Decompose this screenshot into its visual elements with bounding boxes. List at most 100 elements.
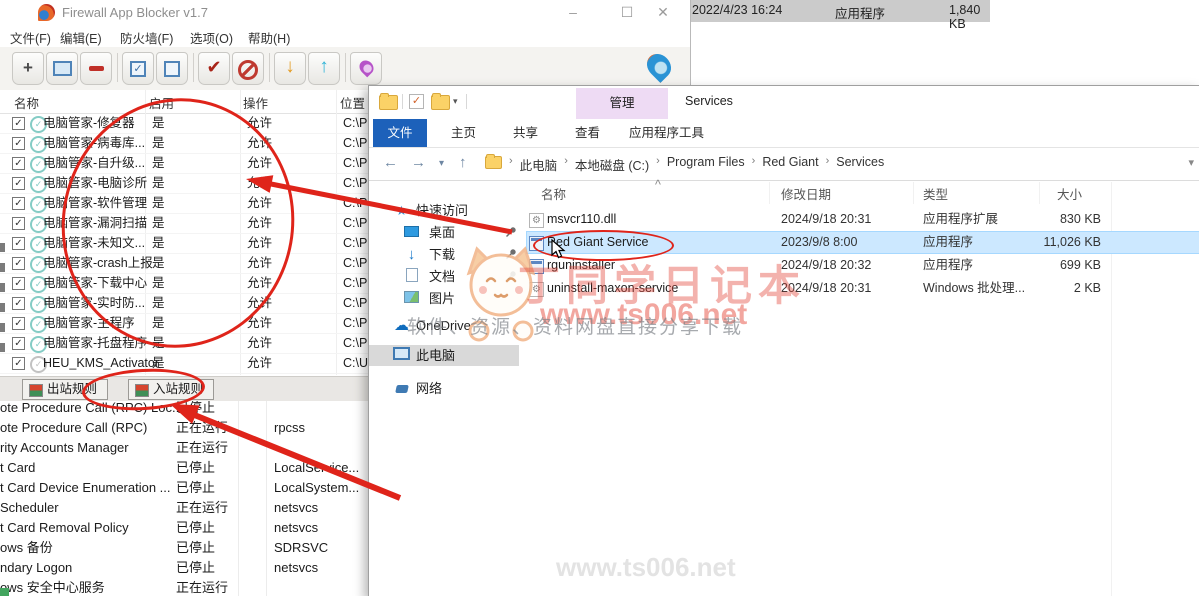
menu-bar: 文件(F) 编辑(E) 防火墙(F) 选项(O) 帮助(H) (0, 25, 690, 47)
background-window-fragment (0, 343, 5, 352)
up-icon[interactable]: ↑ (459, 154, 467, 171)
background-window-fragment (0, 323, 5, 332)
manage-contextual-tab[interactable]: 管理 (576, 88, 668, 119)
annotation-ellipse-red-giant-service (533, 230, 674, 261)
address-dropdown-icon[interactable]: ▾ (1188, 156, 1194, 169)
add-icon[interactable]: + (12, 52, 44, 85)
toolbar-separator (117, 53, 118, 82)
allow-check-icon[interactable]: ✔ (198, 52, 230, 85)
sort-indicator: ^ (655, 178, 661, 192)
menu-firewall[interactable]: 防火墙(F) (120, 28, 173, 47)
toolbar-separator (269, 53, 270, 82)
service-row[interactable]: ote Procedure Call (RPC) Loc... 已停止 (0, 401, 368, 418)
checkbox[interactable]: ✓ (12, 217, 25, 230)
folder-icon[interactable] (379, 93, 398, 110)
breadcrumb: › 此电脑 › 本地磁盘 (C:) › Program Files › Red Gian… (509, 155, 885, 174)
folder-icon[interactable] (431, 93, 450, 110)
move-up-icon[interactable]: ↑ (308, 52, 340, 85)
crumb-services[interactable]: Services (836, 155, 884, 174)
header-divider (913, 182, 914, 204)
header-divider (1039, 182, 1040, 204)
service-row[interactable]: t Card 已停止 LocalService... (0, 458, 368, 478)
service-row[interactable]: ows 安全中心服务 正在运行 (0, 578, 368, 596)
col-type-header[interactable]: 类型 (923, 184, 948, 203)
maximize-button[interactable]: ☐ (612, 4, 642, 22)
sidebar-item-this-pc[interactable]: 此电脑 (369, 345, 519, 366)
checkbox[interactable]: ✓ (12, 157, 25, 170)
file-row[interactable]: ⚙ msvcr110.dll 2024/9/18 20:31 应用程序扩展 83… (527, 209, 1199, 230)
service-row[interactable]: t Card Device Enumeration ... 已停止 LocalSys… (0, 478, 368, 498)
back-icon[interactable]: ← (383, 154, 398, 171)
uncheck-all-icon[interactable] (156, 52, 188, 85)
service-row[interactable]: rity Accounts Manager 正在运行 (0, 438, 368, 458)
service-row[interactable]: ote Procedure Call (RPC) 正在运行 rpcss (0, 418, 368, 438)
checkbox[interactable]: ✓ (12, 297, 25, 310)
checkbox[interactable]: ✓ (12, 197, 25, 210)
flame-theme-icon[interactable] (350, 52, 382, 85)
checkbox[interactable]: ✓ (12, 117, 25, 130)
bg-row-size: 1,840 KB (949, 3, 981, 31)
qat-separator (466, 94, 467, 109)
col-action[interactable]: 操作 (243, 93, 268, 112)
monitor-icon[interactable] (46, 52, 78, 85)
close-button[interactable]: ✕ (648, 4, 678, 22)
check-all-icon[interactable]: ✓ (122, 52, 154, 85)
menu-edit[interactable]: 编辑(E) (60, 28, 102, 47)
tab-view[interactable]: 查看 (575, 119, 600, 147)
crumb-this-pc[interactable]: 此电脑 (520, 155, 558, 174)
col-date-header[interactable]: 修改日期 (781, 184, 831, 203)
dll-file-icon: ⚙ (529, 213, 544, 228)
service-row[interactable]: ndary Logon 已停止 netsvcs (0, 558, 368, 578)
background-file-row: 2022/4/23 16:24 应用程序 1,840 KB (687, 0, 990, 31)
checkbox[interactable]: ✓ (12, 317, 25, 330)
crumb-program-files[interactable]: Program Files (667, 155, 745, 174)
services-list-window: ote Procedure Call (RPC) Loc... 已停止 ote P… (0, 401, 368, 596)
sidebar-item-quick-access[interactable]: ★ 快速访问 (369, 200, 519, 221)
firewall-brick-icon (29, 384, 43, 397)
checkbox[interactable]: ✓ (12, 337, 25, 350)
screenshot-canvas: 2022/4/23 16:24 应用程序 1,840 KB Firewall A… (0, 0, 1199, 596)
block-sign-icon[interactable] (232, 52, 264, 85)
service-row[interactable]: t Card Removal Policy 已停止 netsvcs (0, 518, 368, 538)
move-down-icon[interactable]: ↓ (274, 52, 306, 85)
tab-share[interactable]: 共享 (513, 119, 538, 147)
network-icon (393, 380, 410, 397)
background-window-fragment (0, 263, 5, 272)
checkbox[interactable]: ✓ (12, 257, 25, 270)
minimize-button[interactable]: – (558, 4, 588, 22)
tab-home[interactable]: 主页 (451, 119, 476, 147)
tab-file[interactable]: 文件 (373, 119, 427, 147)
bg-row-type: 应用程序 (835, 7, 886, 21)
checkbox[interactable]: ✓ (12, 237, 25, 250)
chevron-down-icon[interactable]: ▾ (453, 96, 458, 107)
checkbox[interactable]: ✓ (12, 357, 25, 370)
menu-options[interactable]: 选项(O) (190, 28, 233, 47)
watermark-site-url-faint: www.ts006.net (556, 552, 736, 582)
recent-dropdown-icon[interactable]: ▾ (439, 158, 444, 169)
background-window-fragment (0, 283, 5, 292)
service-row[interactable]: Scheduler 正在运行 netsvcs (0, 498, 368, 518)
col-name-header[interactable]: 名称 (541, 184, 566, 203)
table-row[interactable]: ✓✓HEU_KMS_Activator是允许C:\Use (0, 353, 368, 374)
checkbox[interactable]: ✓ (12, 137, 25, 150)
menu-file[interactable]: 文件(F) (10, 28, 51, 47)
service-row[interactable]: ows 备份 已停止 SDRSVC (0, 538, 368, 558)
checkbox[interactable]: ✓ (12, 277, 25, 290)
sidebar-item-network[interactable]: 网络 (369, 378, 519, 399)
downloads-icon: ↓ (407, 246, 416, 263)
checkbox[interactable]: ✓ (12, 177, 25, 190)
remove-icon[interactable] (80, 52, 112, 85)
desktop-icon (403, 224, 420, 241)
computer-icon (393, 347, 410, 364)
col-name[interactable]: 名称 (14, 93, 39, 112)
sidebar-item-desktop[interactable]: 桌面 (369, 222, 519, 243)
address-bar: ← → ▾ ↑ › 此电脑 › 本地磁盘 (C:) › Program Files ›… (369, 147, 1199, 181)
tab-app-tools[interactable]: 应用程序工具 (629, 119, 704, 147)
menu-help[interactable]: 帮助(H) (248, 28, 290, 47)
col-size-header[interactable]: 大小 (1057, 184, 1082, 203)
col-path[interactable]: 位置 (340, 93, 365, 112)
checkbox-qat-icon[interactable]: ✓ (409, 94, 424, 109)
crumb-red-giant[interactable]: Red Giant (762, 155, 818, 174)
forward-icon[interactable]: → (411, 154, 426, 171)
crumb-c-drive[interactable]: 本地磁盘 (C:) (575, 155, 649, 174)
